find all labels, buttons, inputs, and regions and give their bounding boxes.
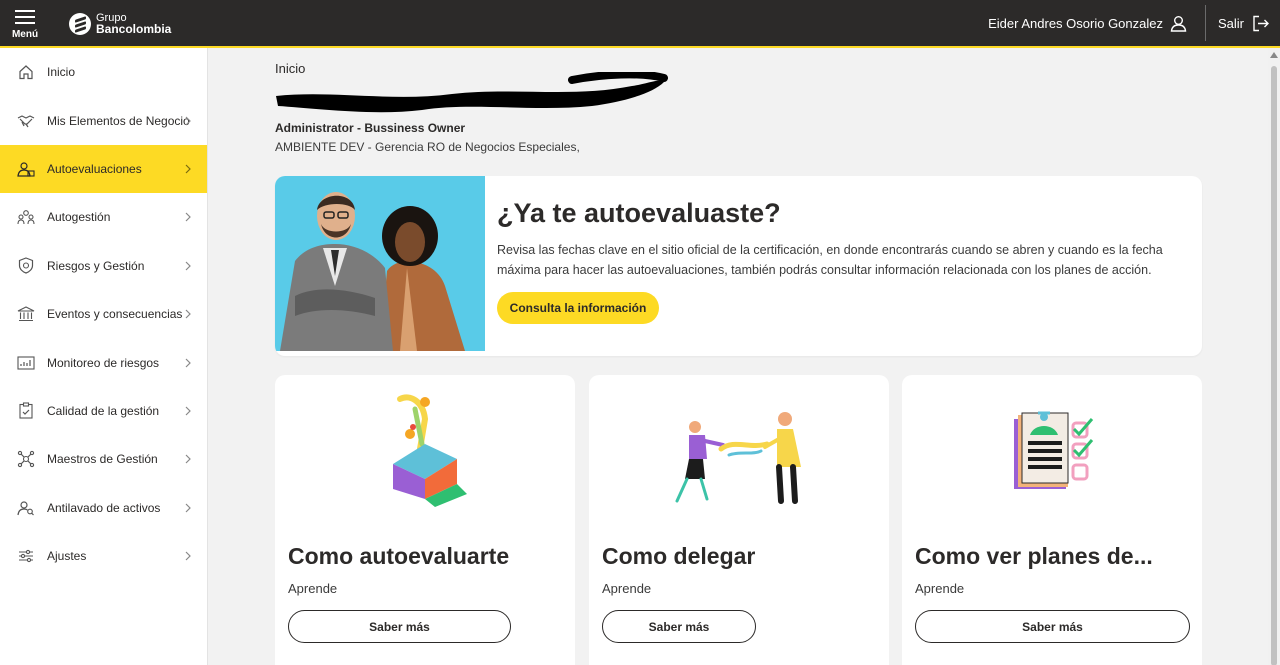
- sidebar-item-eventos-y-consecuencias[interactable]: Eventos y consecuencias: [0, 290, 207, 338]
- people-icon: [17, 208, 35, 226]
- sidebar-item-monitoreo-de-riesgos[interactable]: Monitoreo de riesgos: [0, 338, 207, 386]
- sidebar-item-label: Maestros de Gestión: [47, 452, 158, 467]
- top-bar: Menú Grupo Bancolombia Eider Andres Osor…: [0, 0, 1280, 47]
- learn-more-button[interactable]: Saber más: [288, 610, 511, 643]
- sidebar-item-label: Riesgos y Gestión: [47, 258, 145, 273]
- chevron-right-icon: [185, 551, 191, 561]
- chevron-right-icon: [185, 309, 191, 319]
- sidebar-item-label: Antilavado de activos: [47, 500, 161, 515]
- banner-photo: [275, 176, 485, 351]
- user-profile[interactable]: Eider Andres Osorio Gonzalez: [988, 0, 1187, 47]
- card-title: Como ver planes de...: [915, 543, 1153, 569]
- checklist-illustration-icon: [1014, 411, 1094, 489]
- sidebar-item-label: Eventos y consecuencias: [47, 307, 183, 322]
- sidebar-item-label: Monitoreo de riesgos: [47, 355, 160, 370]
- banner-title: ¿Ya te autoevaluaste?: [497, 198, 781, 228]
- sidebar-item-ajustes[interactable]: Ajustes: [0, 532, 207, 580]
- scrollbar-thumb[interactable]: [1271, 66, 1277, 665]
- sidebar-item-riesgos-y-gestion[interactable]: Riesgos y Gestión: [0, 242, 207, 290]
- chevron-right-icon: [185, 212, 191, 222]
- chevron-right-icon: [185, 503, 191, 513]
- learn-more-button[interactable]: Saber más: [602, 610, 756, 643]
- logout-label: Salir: [1218, 16, 1245, 31]
- consult-information-button[interactable]: Consulta la información: [497, 292, 659, 324]
- clipboard-check-icon: [17, 402, 35, 420]
- chevron-right-icon: [185, 261, 191, 271]
- sidebar-item-autogestion[interactable]: Autogestión: [0, 193, 207, 241]
- user-icon: [1170, 16, 1187, 32]
- sidebar-item-label: Mis Elementos de Negocio: [47, 113, 190, 128]
- sidebar-item-antilavado-de-activos[interactable]: Antilavado de activos: [0, 484, 207, 532]
- user-search-icon: [17, 499, 35, 517]
- vertical-scrollbar[interactable]: [1268, 48, 1280, 665]
- handshake-icon: [17, 112, 35, 130]
- chevron-right-icon: [185, 116, 191, 126]
- home-icon: [17, 63, 35, 81]
- sidebar-item-label: Calidad de la gestión: [47, 403, 160, 418]
- people-illustration-icon: [280, 192, 465, 351]
- shield-icon: [17, 257, 35, 275]
- sidebar-item-label: Inicio: [47, 65, 76, 80]
- brand-logo[interactable]: Grupo Bancolombia: [69, 12, 172, 36]
- topbar-divider: [1205, 5, 1206, 41]
- menu-button[interactable]: Menú: [0, 0, 50, 47]
- monitor-chart-icon: [17, 354, 35, 372]
- banner-description: Revisa las fechas clave en el sitio ofic…: [497, 243, 1163, 277]
- sidebar-item-label: Autogestión: [47, 210, 111, 225]
- card-title: Como autoevaluarte: [288, 543, 510, 569]
- self-assessment-banner: ¿Ya te autoevaluaste? Revisa las fechas …: [275, 176, 1202, 356]
- chevron-right-icon: [185, 406, 191, 416]
- network-icon: [17, 450, 35, 468]
- sidebar-item-label: Ajustes: [47, 549, 87, 564]
- sidebar-item-inicio[interactable]: Inicio: [0, 48, 207, 96]
- logout-icon: [1253, 15, 1270, 32]
- chevron-right-icon: [185, 164, 191, 174]
- sidebar-item-maestros-de-gestion[interactable]: Maestros de Gestión: [0, 435, 207, 483]
- card-subtitle: Aprende: [602, 581, 652, 596]
- bank-icon: [17, 305, 35, 323]
- delegate-illustration-icon: [675, 412, 801, 504]
- user-name: Eider Andres Osorio Gonzalez: [988, 16, 1163, 31]
- user-check-icon: [17, 160, 35, 178]
- sidebar: Inicio Mis Elementos de Negocio Autoeval…: [0, 48, 208, 665]
- redaction-scribble: [276, 72, 668, 113]
- card-how-to-self-assess: Como autoevaluarte Aprende Saber más: [275, 375, 575, 665]
- learn-more-button[interactable]: Saber más: [915, 610, 1190, 643]
- user-role: Administrator - Bussiness Owner: [275, 121, 466, 135]
- sidebar-item-label: Autoevaluaciones: [47, 161, 142, 176]
- sidebar-item-mis-elementos-de-negocio[interactable]: Mis Elementos de Negocio: [0, 96, 207, 144]
- card-subtitle: Aprende: [915, 581, 965, 596]
- scroll-up-arrow-icon[interactable]: [1270, 52, 1278, 58]
- chevron-right-icon: [185, 454, 191, 464]
- environment-label: AMBIENTE DEV - Gerencia RO de Negocios E…: [275, 140, 580, 154]
- card-title: Como delegar: [602, 543, 756, 569]
- logout-button[interactable]: Salir: [1218, 0, 1270, 47]
- logo-line-2: Bancolombia: [96, 21, 172, 36]
- card-how-to-delegate: Como delegar Aprende Saber más: [589, 375, 889, 665]
- bancolombia-logo-icon: [69, 12, 91, 35]
- menu-label: Menú: [11, 28, 39, 40]
- chevron-right-icon: [185, 358, 191, 367]
- sidebar-item-calidad-de-la-gestion[interactable]: Calidad de la gestión: [0, 387, 207, 435]
- hamburger-icon: [15, 9, 35, 24]
- house-illustration-icon: [393, 394, 467, 507]
- card-how-to-view-action-plans: Como ver planes de... Aprende Saber más: [902, 375, 1202, 665]
- card-subtitle: Aprende: [288, 581, 338, 596]
- sidebar-item-autoevaluaciones[interactable]: Autoevaluaciones: [0, 144, 207, 194]
- sliders-icon: [17, 547, 35, 565]
